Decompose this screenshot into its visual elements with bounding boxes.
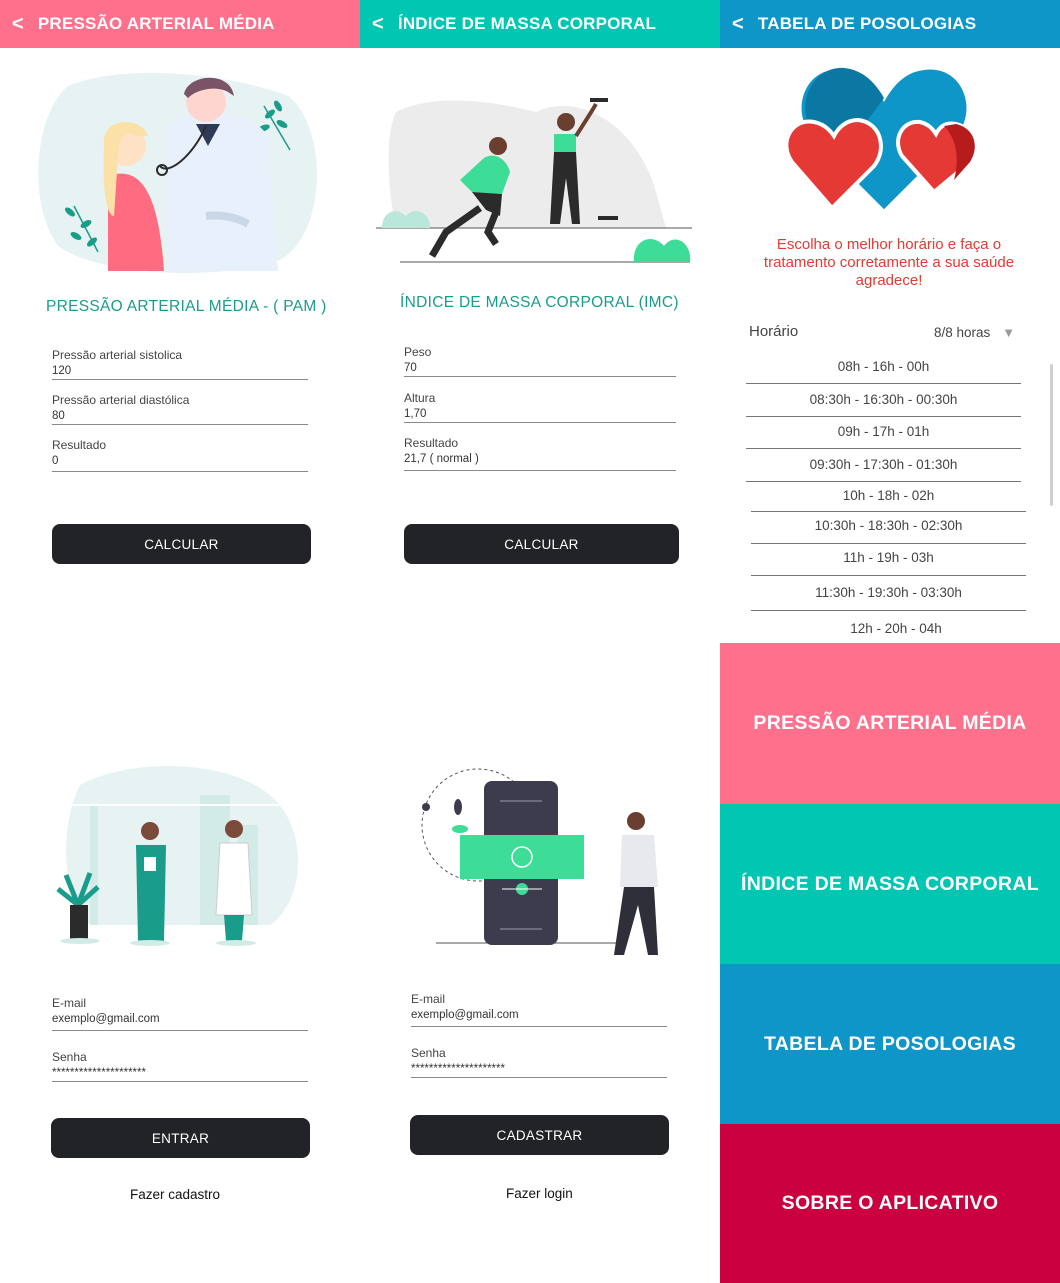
login-password-field[interactable]: Senha ********************* [52,1050,308,1082]
login-email-value[interactable]: exemplo@gmail.com [52,1012,308,1026]
signup-password-value[interactable]: ********************* [411,1062,667,1076]
systolic-value[interactable]: 120 [52,364,308,378]
signup-link[interactable]: Fazer cadastro [130,1187,220,1202]
schedule-label: Horário [749,323,799,340]
systolic-field[interactable]: Pressão arterial sistolica 120 [52,348,308,380]
weight-field[interactable]: Peso 70 [404,345,676,377]
schedule-select[interactable]: 8/8 horas ▼ [934,325,1015,340]
schedule-row[interactable]: 11:30h - 19:30h - 03:30h [751,584,1026,611]
back-arrow-icon[interactable]: < [12,13,24,36]
scrollbar[interactable] [1050,364,1053,506]
diastolic-label: Pressão arterial diastólica [52,393,190,407]
pam-result-value: 0 [52,455,59,467]
weight-value[interactable]: 70 [404,361,676,375]
login-password-label: Senha [52,1050,87,1064]
pam-title: PRESSÃO ARTERIAL MÉDIA - ( PAM ) [46,298,327,315]
schedule-row[interactable]: 12h - 20h - 04h [751,621,1041,641]
fitness-illustration [376,98,692,263]
imc-result-value: 21,7 ( normal ) [404,453,479,465]
diastolic-field[interactable]: Pressão arterial diastólica 80 [52,393,308,425]
login-email-label: E-mail [52,996,87,1010]
posologia-header: < TABELA DE POSOLOGIAS [720,0,1060,48]
back-arrow-icon[interactable]: < [372,13,384,36]
schedule-row[interactable]: 10:30h - 18:30h - 02:30h [751,517,1026,544]
dropdown-arrow-icon[interactable]: ▼ [1002,325,1015,340]
pam-header-title: PRESSÃO ARTERIAL MÉDIA [37,14,275,33]
signup-email-value[interactable]: exemplo@gmail.com [411,1008,667,1022]
height-value[interactable]: 1,70 [404,407,676,421]
menu-tile-pam[interactable]: PRESSÃO ARTERIAL MÉDIA [720,643,1060,804]
back-arrow-icon[interactable]: < [732,13,744,36]
medical-team-illustration [56,766,299,946]
schedule-row[interactable]: 09h - 17h - 01h [746,422,1021,449]
signup-password-label: Senha [411,1046,446,1060]
menu-tile-about[interactable]: SOBRE O APLICATIVO [720,1124,1060,1283]
login-email-field[interactable]: E-mail exemplo@gmail.com [52,996,308,1031]
imc-result-field: Resultado 21,7 ( normal ) [404,436,676,471]
schedule-row[interactable]: 11h - 19h - 03h [751,549,1026,576]
schedule-row[interactable]: 09:30h - 17:30h - 01:30h [746,455,1021,482]
posologia-message: Escolha o melhor horário e faça o tratam… [763,236,1015,289]
schedule-row[interactable]: 08h - 16h - 00h [746,357,1021,384]
pam-calculate-button[interactable]: CALCULAR [52,524,311,564]
schedule-row[interactable]: 08:30h - 16:30h - 00:30h [746,390,1021,417]
height-label: Altura [404,391,436,405]
signup-password-field[interactable]: Senha ********************* [411,1046,667,1078]
weight-label: Peso [404,345,432,359]
signup-email-field[interactable]: E-mail exemplo@gmail.com [411,992,667,1027]
login-password-value[interactable]: ********************* [52,1066,308,1080]
imc-calculate-button[interactable]: CALCULAR [404,524,679,564]
imc-title: ÍNDICE DE MASSA CORPORAL (IMC) [400,294,679,311]
schedule-row[interactable]: 10h - 18h - 02h [751,487,1026,512]
height-field[interactable]: Altura 1,70 [404,391,676,423]
pam-header: < PRESSÃO ARTERIAL MÉDIA [0,0,360,48]
diastolic-value[interactable]: 80 [52,409,308,423]
login-button[interactable]: ENTRAR [51,1118,310,1158]
menu-tile-imc[interactable]: ÍNDICE DE MASSA CORPORAL [720,804,1060,964]
schedule-select-value[interactable]: 8/8 horas [934,325,990,340]
posologia-header-title: TABELA DE POSOLOGIAS [757,14,977,33]
menu-tile-posologia[interactable]: TABELA DE POSOLOGIAS [720,964,1060,1124]
signup-email-label: E-mail [411,992,446,1006]
imc-header-title: ÍNDICE DE MASSA CORPORAL [397,14,657,33]
hearts-illustration [784,65,977,215]
phone-app-illustration [421,768,658,955]
login-link[interactable]: Fazer login [506,1186,573,1201]
doctor-patient-illustration [38,72,317,273]
imc-header: < ÍNDICE DE MASSA CORPORAL [360,0,720,48]
pam-result-field: Resultado 0 [52,438,308,472]
pam-result-label: Resultado [52,438,107,452]
systolic-label: Pressão arterial sistolica [52,348,183,362]
signup-button[interactable]: CADASTRAR [410,1115,669,1155]
imc-result-label: Resultado [404,436,459,450]
